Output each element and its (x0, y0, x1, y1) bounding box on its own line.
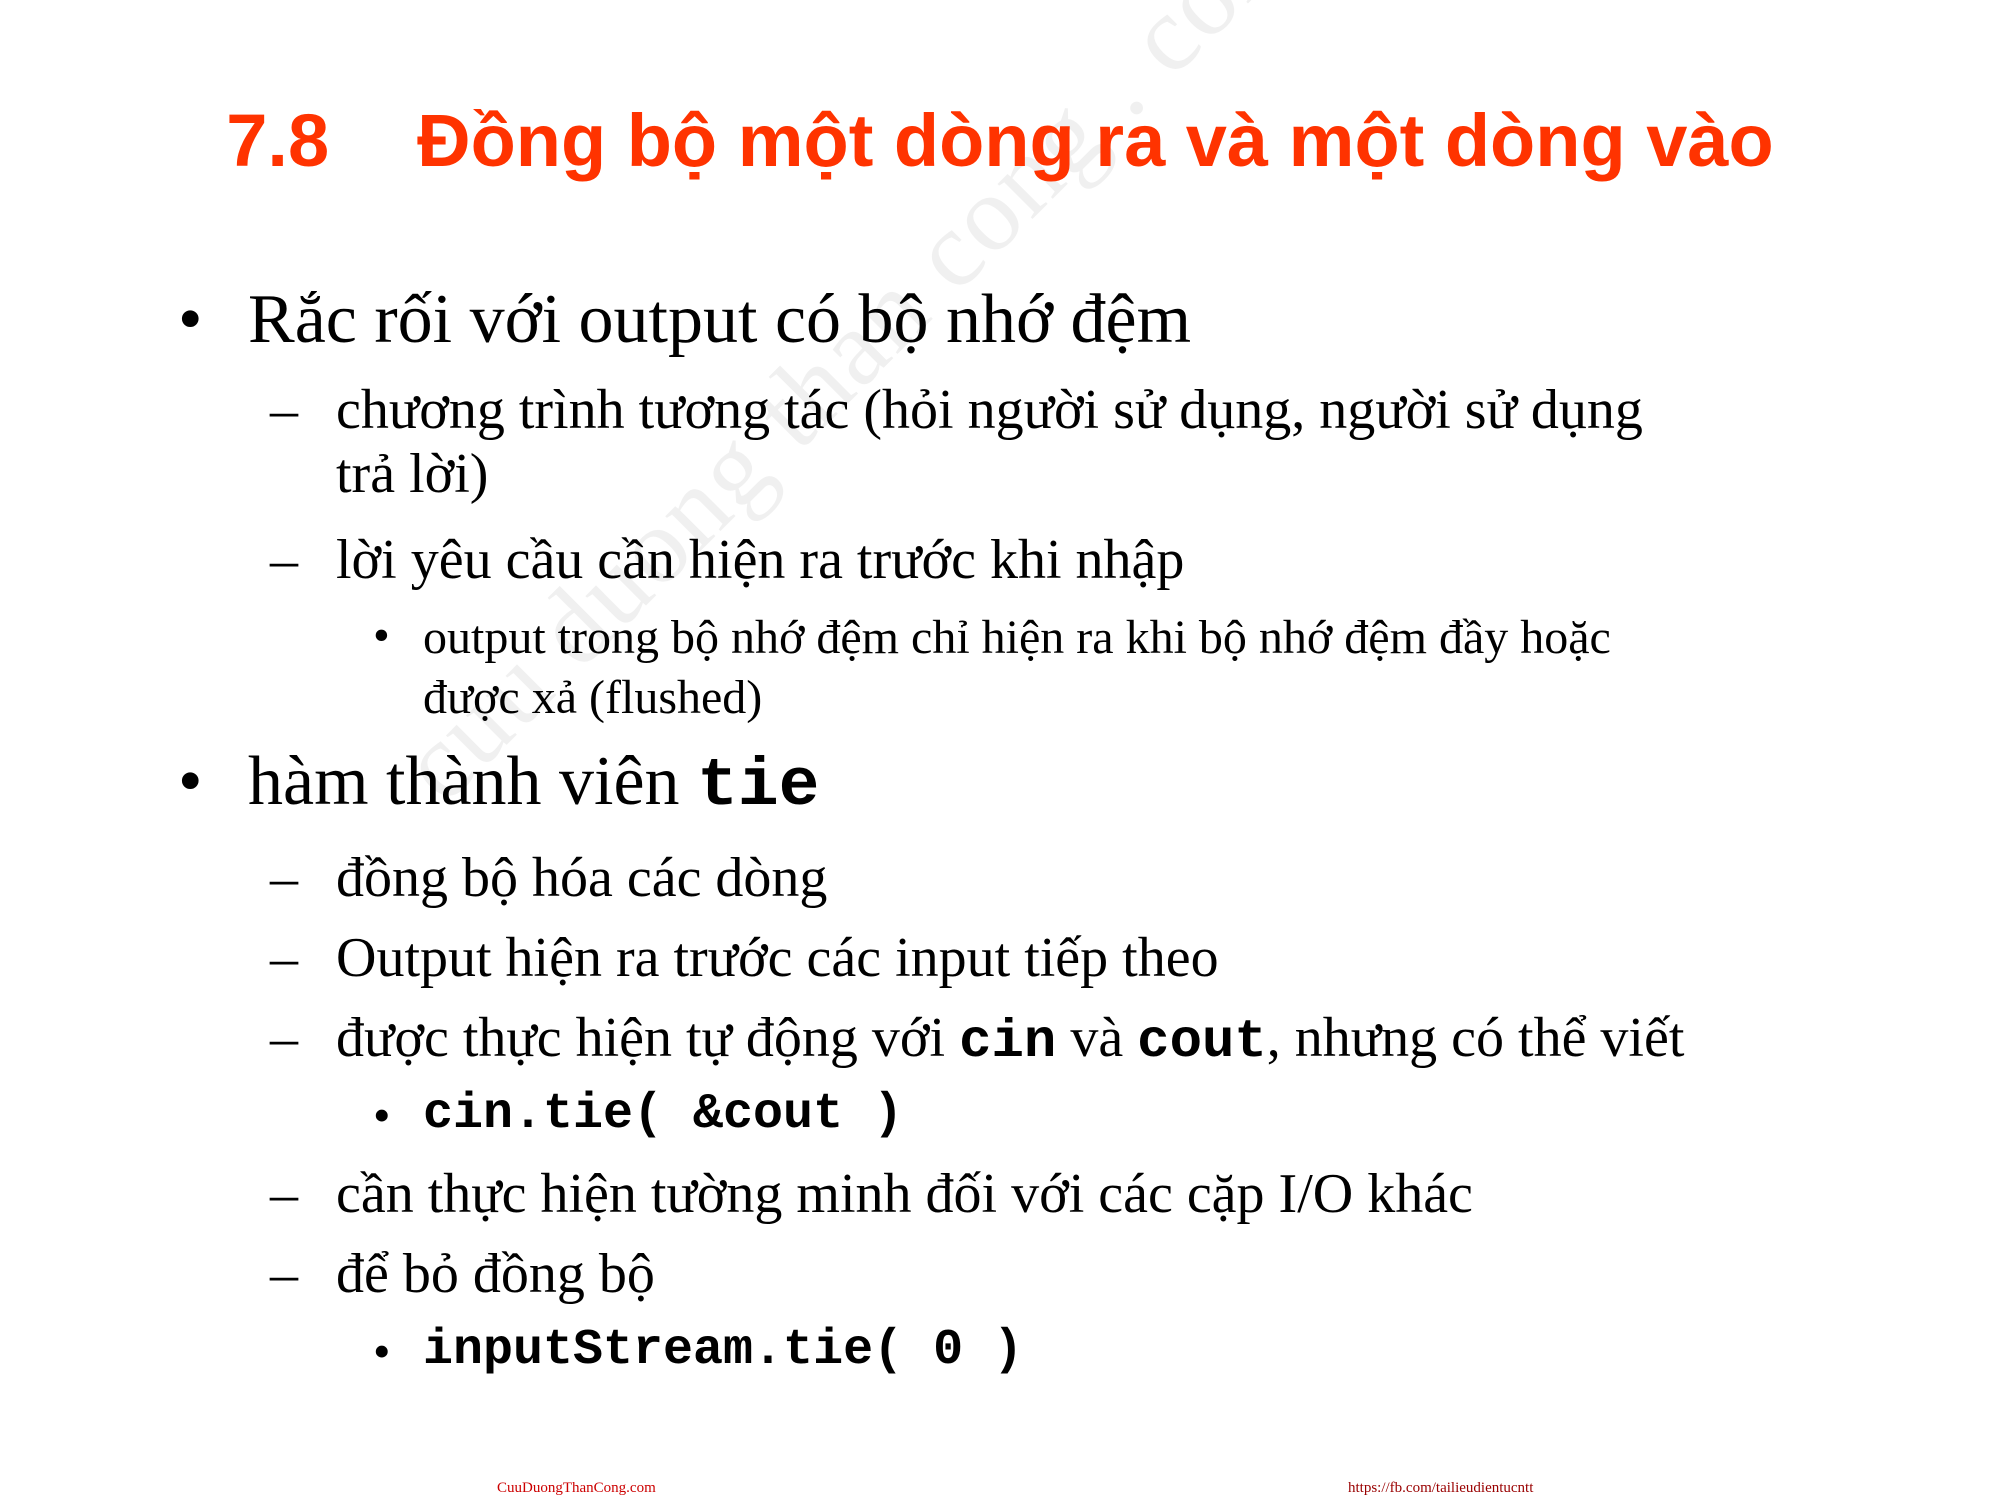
slide: cuu duong than cong . com 7.8 Đồng bộ một… (0, 0, 2000, 1500)
sub-item-text: lời yêu cầu cần hiện ra trước khi nhập (336, 529, 1185, 591)
sub-item-text: chương trình tương tác (hỏi người sử dụn… (336, 378, 1643, 506)
dash-glyph: – (270, 847, 298, 909)
slide-title-number: 7.8 (226, 99, 330, 182)
bullet-text: Rắc rối với output có bộ nhớ đệm (248, 281, 1192, 358)
text-part: , nhưng có thể viết (1266, 1007, 1685, 1069)
code-tie: tie (697, 748, 820, 825)
bullet-glyph: • (373, 1087, 391, 1143)
sub-item-line: chương trình tương tác (hỏi người sử dụn… (336, 379, 1643, 441)
bullet-text: hàm thành viên tie (248, 742, 819, 825)
bullet-glyph: • (178, 743, 203, 820)
sub-item-text: để bỏ đồng bộ (336, 1243, 655, 1305)
dash-glyph: – (270, 927, 298, 989)
footer-left-link[interactable]: CuuDuongThanCong.com (497, 1480, 656, 1497)
code-cout: cout (1137, 1012, 1267, 1073)
sub-item-text: cần thực hiện tường minh đối với các cặp… (336, 1163, 1473, 1225)
slide-title: 7.8 Đồng bộ một dòng ra và một dòng vào (0, 98, 2000, 183)
sub-item-text: Output hiện ra trước các input tiếp theo (336, 927, 1219, 989)
sub-item-text: được thực hiện tự động với cin và cout, … (336, 1006, 1684, 1075)
dash-glyph: – (270, 1243, 298, 1305)
slide-title-text: Đồng bộ một dòng ra và một dòng vào (417, 99, 1774, 182)
dash-glyph: – (270, 1007, 298, 1069)
subsub-item-text: output trong bộ nhớ đệm chỉ hiện ra khi … (423, 608, 1611, 728)
dash-glyph: – (270, 379, 298, 441)
dash-glyph: – (270, 529, 298, 591)
bullet-glyph: • (373, 609, 390, 662)
bullet-glyph: • (178, 281, 203, 358)
bullet-glyph: • (373, 1323, 391, 1379)
code-cin: cin (959, 1012, 1057, 1073)
sub-item-line: trả lời) (336, 443, 489, 505)
subsub-item-line: được xả (flushed) (423, 671, 763, 724)
subsub-item-line: output trong bộ nhớ đệm chỉ hiện ra khi … (423, 611, 1611, 664)
code-example: cin.tie( &cout ) (423, 1086, 904, 1143)
footer-right-link[interactable]: https://fb.com/tailieudientucntt (1348, 1480, 1533, 1497)
text-part: và (1056, 1007, 1138, 1069)
bullet-text-part: hàm thành viên (248, 743, 698, 820)
code-example: inputStream.tie( 0 ) (423, 1322, 1024, 1379)
sub-item-text: đồng bộ hóa các dòng (336, 847, 828, 909)
dash-glyph: – (270, 1163, 298, 1225)
text-part: được thực hiện tự động với (336, 1007, 960, 1069)
